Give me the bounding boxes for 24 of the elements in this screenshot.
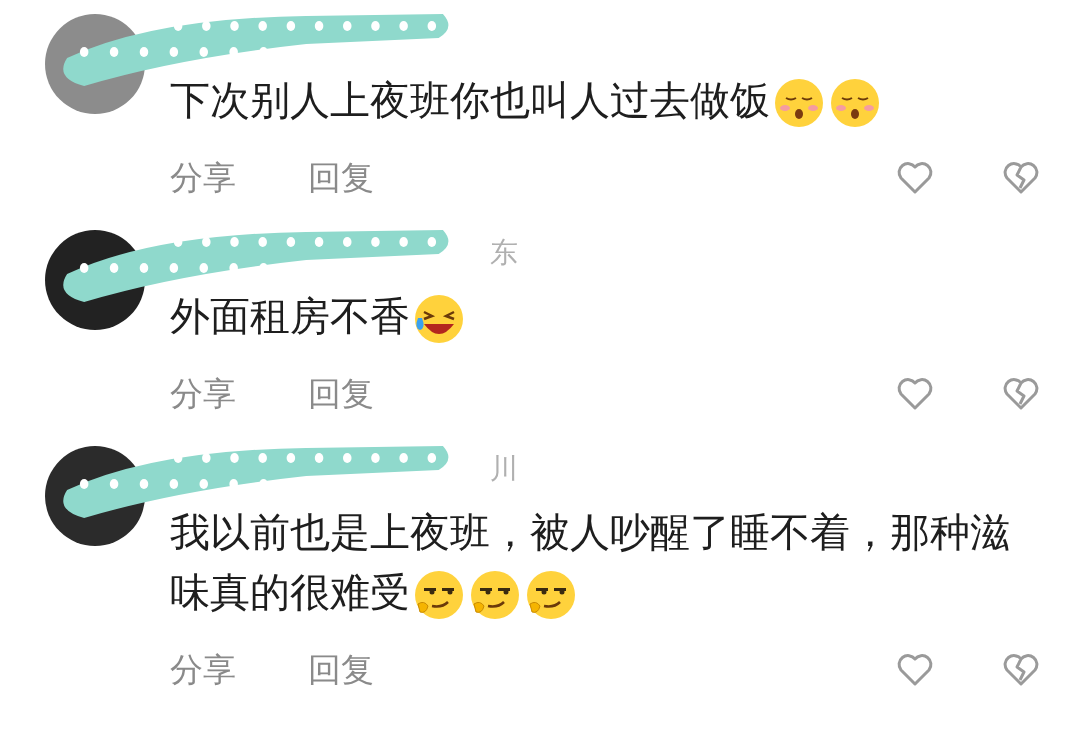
action-link[interactable]: 分享 — [170, 371, 236, 417]
broken-heart-icon[interactable] — [1002, 377, 1040, 411]
username-text: 东 — [490, 235, 518, 271]
action-link[interactable]: 回复 — [308, 155, 374, 201]
broken-heart-icon[interactable] — [1002, 161, 1040, 195]
comment-text: 味真的很难受 — [170, 569, 410, 615]
username-text: 川 — [490, 451, 518, 487]
emoji-face-icon — [468, 568, 522, 622]
broken-heart-icon[interactable] — [1002, 653, 1040, 687]
heart-icon[interactable] — [896, 653, 934, 687]
emoji-face-icon — [772, 76, 826, 130]
comment-text: 下次别人上夜班你也叫人过去做饭 — [170, 77, 770, 123]
heart-icon[interactable] — [896, 377, 934, 411]
action-link[interactable]: 分享 — [170, 647, 236, 693]
action-link[interactable]: 回复 — [308, 371, 374, 417]
action-link[interactable]: 分享 — [170, 155, 236, 201]
comment-text: 我以前也是上夜班，被人吵醒了睡不着，那种滋 — [170, 509, 1010, 555]
action-link[interactable]: 回复 — [308, 647, 374, 693]
heart-icon[interactable] — [896, 161, 934, 195]
comment-text: 外面租房不香 — [170, 293, 410, 339]
emoji-face-icon — [412, 568, 466, 622]
emoji-face-icon — [412, 292, 466, 346]
emoji-face-icon — [828, 76, 882, 130]
emoji-face-icon — [524, 568, 578, 622]
